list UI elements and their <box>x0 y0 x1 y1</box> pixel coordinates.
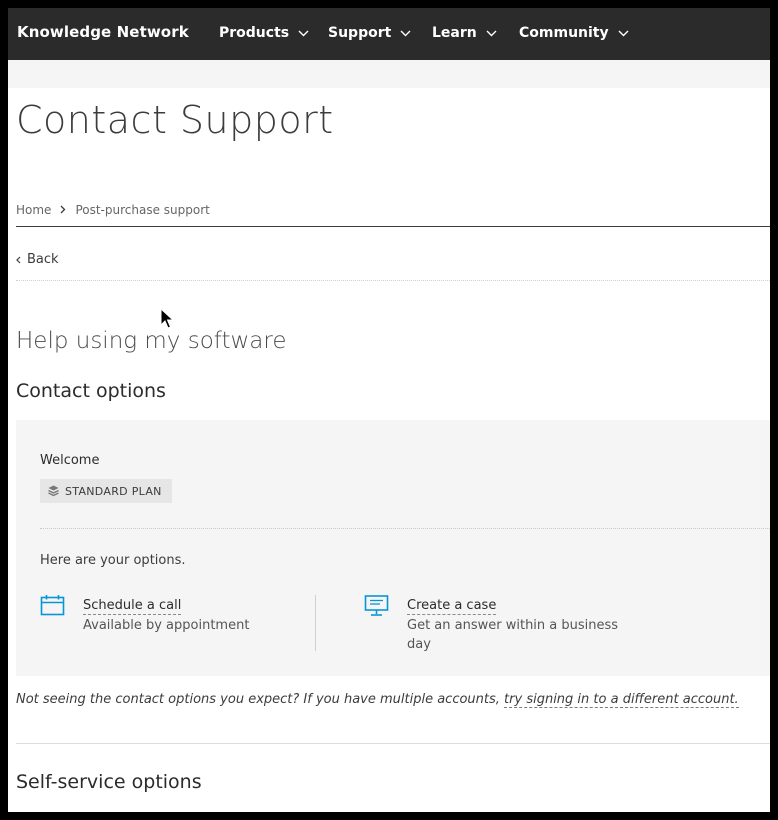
contact-options-heading: Contact options <box>16 380 166 402</box>
option-schedule-call[interactable]: Schedule a call Available by appointment <box>40 594 249 635</box>
create-case-link[interactable]: Create a case <box>407 598 497 615</box>
nav-community-label: Community <box>519 25 609 41</box>
chevron-down-icon <box>400 30 411 36</box>
different-account-link[interactable]: try signing in to a different account. <box>504 692 739 708</box>
back-link[interactable]: Back <box>16 252 59 267</box>
nav-learn-label: Learn <box>432 25 477 41</box>
layers-icon <box>48 485 59 497</box>
account-note: Not seeing the contact options you expec… <box>16 692 739 708</box>
chevron-down-icon <box>618 30 629 36</box>
plan-badge: STANDARD PLAN <box>40 479 172 503</box>
breadcrumb-divider <box>16 226 770 227</box>
create-case-desc: Get an answer within a business day <box>407 618 619 652</box>
nav-support[interactable]: Support <box>328 25 411 41</box>
monitor-icon <box>364 595 389 616</box>
options-divider <box>315 595 316 651</box>
back-divider <box>16 280 770 281</box>
nav-community[interactable]: Community <box>519 25 629 41</box>
brand-logo-text[interactable]: Knowledge Network <box>17 23 189 41</box>
chevron-right-icon <box>60 203 66 217</box>
breadcrumb: Home Post-purchase support <box>16 203 210 217</box>
welcome-text: Welcome <box>40 453 100 468</box>
self-service-divider <box>16 743 770 744</box>
nav-learn[interactable]: Learn <box>432 25 497 41</box>
chevron-left-icon <box>16 256 21 263</box>
back-label: Back <box>27 252 59 267</box>
account-note-text: Not seeing the contact options you expec… <box>16 692 505 707</box>
option-create-case[interactable]: Create a case Get an answer within a bus… <box>364 594 637 654</box>
section-heading: Help using my software <box>16 328 287 354</box>
schedule-call-link[interactable]: Schedule a call <box>83 598 182 615</box>
options-intro: Here are your options. <box>40 553 186 568</box>
calendar-icon <box>40 595 65 616</box>
schedule-call-desc: Available by appointment <box>83 618 250 633</box>
contact-options-panel: Welcome STANDARD PLAN Here are your opti… <box>16 420 770 676</box>
nav-products-label: Products <box>219 25 290 41</box>
chevron-down-icon <box>298 30 309 36</box>
browser-viewport: Knowledge Network Products Support Learn… <box>8 8 770 812</box>
subheader-band <box>8 60 770 88</box>
plan-badge-label: STANDARD PLAN <box>65 484 162 498</box>
nav-products[interactable]: Products <box>219 25 309 41</box>
nav-support-label: Support <box>328 25 392 41</box>
panel-divider <box>40 528 770 529</box>
top-navigation-bar: Knowledge Network Products Support Learn… <box>8 8 770 60</box>
chevron-down-icon <box>486 30 497 36</box>
breadcrumb-current[interactable]: Post-purchase support <box>75 203 209 217</box>
mouse-cursor-icon <box>160 308 174 329</box>
self-service-heading: Self-service options <box>16 771 202 793</box>
page-title: Contact Support <box>16 98 334 142</box>
breadcrumb-home[interactable]: Home <box>16 203 51 217</box>
